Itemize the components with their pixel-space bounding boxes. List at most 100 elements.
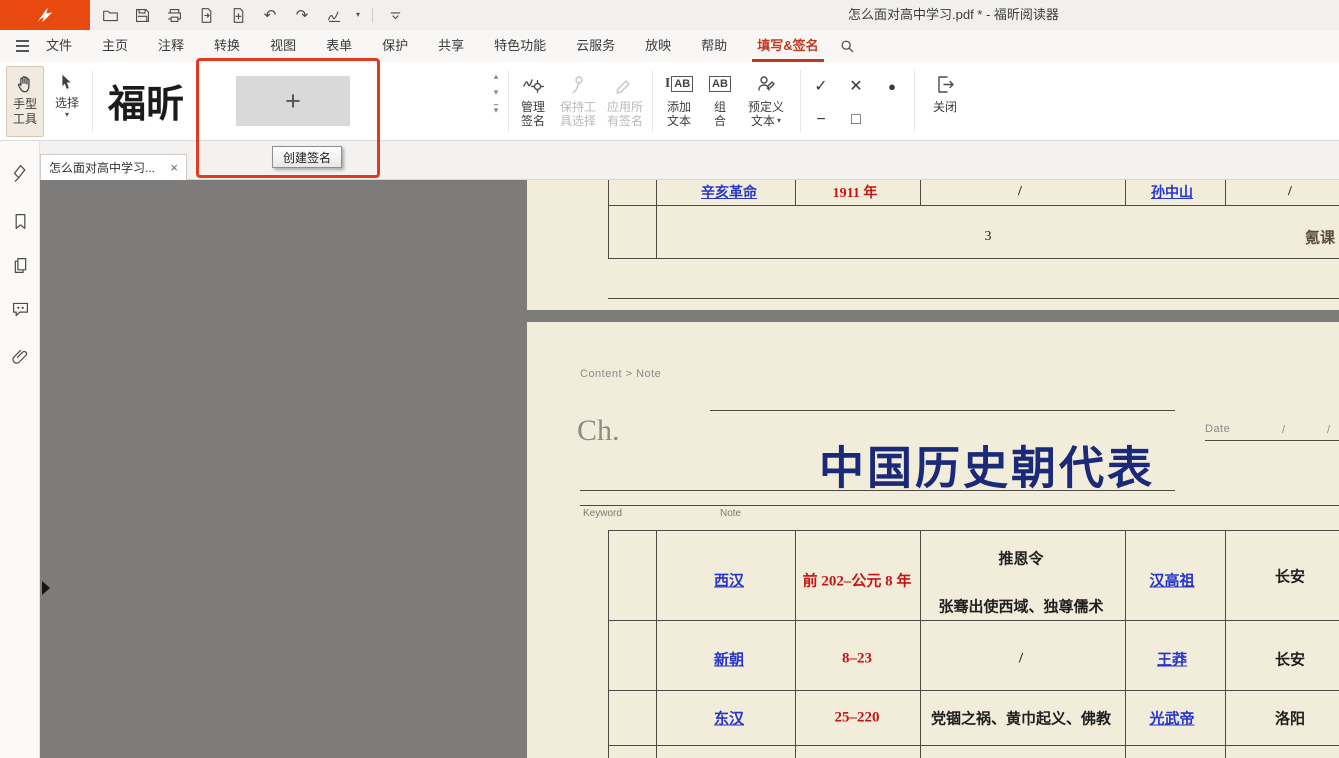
gallery-scrollbar: ▴ ▾ ▾ xyxy=(488,72,504,115)
cursor-icon xyxy=(56,72,78,94)
pdf-link[interactable]: 东汉 xyxy=(714,708,744,729)
pdf-link[interactable]: 辛亥革命 xyxy=(701,182,757,202)
pdf-link[interactable]: 光武帝 xyxy=(1149,708,1194,729)
gallery-scroll-up-icon[interactable]: ▴ xyxy=(494,72,499,81)
attachments-panel-icon[interactable] xyxy=(8,344,32,368)
keep-tool-selected-button[interactable]: 保持工 具选择 xyxy=(556,66,600,136)
grid-line xyxy=(1225,180,1226,205)
stamp-square-button[interactable]: □ xyxy=(841,106,871,134)
new-document-icon[interactable] xyxy=(228,4,248,26)
grid-line xyxy=(608,530,609,758)
close-fill-sign-button[interactable]: 关闭 xyxy=(922,66,968,136)
ink-signature-dropdown-icon[interactable]: ▾ xyxy=(356,11,360,19)
grid-line xyxy=(608,690,1339,691)
add-text-label: 添加 xyxy=(667,100,691,114)
predefined-text-button[interactable]: 预定义 文本 ▾ xyxy=(740,66,792,136)
print-icon[interactable] xyxy=(164,4,184,26)
menu-present[interactable]: 放映 xyxy=(630,30,686,62)
undo-icon[interactable]: ↶ xyxy=(260,4,280,26)
pdf-link[interactable]: 王莽 xyxy=(1157,649,1187,670)
table-cell: 长安 xyxy=(1275,649,1305,670)
combine-icon: AB xyxy=(709,70,731,97)
open-file-icon[interactable] xyxy=(100,4,120,26)
close-label: 关闭 xyxy=(933,100,957,114)
grid-line xyxy=(656,180,657,258)
app-window: ↶ ↷ ▾ 怎么面对高中学习.pdf * - 福昕阅读器 文件 主页 注释 转换… xyxy=(0,0,1339,758)
menu-home[interactable]: 主页 xyxy=(87,30,143,62)
add-text-icon: I AB xyxy=(665,70,693,97)
select-tool-button[interactable]: 选择 ▾ xyxy=(48,66,86,137)
signature-preview[interactable]: 福昕 xyxy=(98,68,194,132)
gallery-more-icon[interactable]: ▾ xyxy=(494,104,499,115)
document-tab[interactable]: 怎么面对高中学习... × xyxy=(40,154,187,180)
grid-line xyxy=(608,620,1339,621)
pdf-link[interactable]: 汉高祖 xyxy=(1149,570,1194,591)
search-icon[interactable] xyxy=(834,33,860,59)
combine-label: 组 xyxy=(714,100,726,114)
stamp-check-button[interactable]: ✓ xyxy=(806,72,836,100)
date-slash: / xyxy=(1327,424,1331,436)
customize-toolbar-icon[interactable] xyxy=(385,4,405,26)
grid-line xyxy=(920,530,921,758)
ribbon-separator xyxy=(800,70,801,132)
table-cell: 推恩令 xyxy=(998,548,1043,569)
stamp-dot-button[interactable]: ● xyxy=(877,72,907,100)
table-cell: 8–23 xyxy=(842,651,872,668)
panel-expand-handle[interactable] xyxy=(42,581,50,595)
rule-line xyxy=(580,505,1339,506)
pin-icon xyxy=(567,73,589,95)
export-page-icon[interactable] xyxy=(196,4,216,26)
grid-line xyxy=(608,298,1339,299)
table-cell: 1911 年 xyxy=(833,182,878,202)
menu-help[interactable]: 帮助 xyxy=(686,30,742,62)
manage-signature-button[interactable]: 管理 签名 xyxy=(513,66,553,136)
document-tab-label: 怎么面对高中学习... xyxy=(49,159,164,176)
stamp-dash-button[interactable]: − xyxy=(806,106,836,134)
menu-features[interactable]: 特色功能 xyxy=(479,30,561,62)
apply-all-signatures-button[interactable]: 应用所 有签名 xyxy=(602,66,648,136)
stamp-cross-button[interactable]: ✕ xyxy=(841,72,871,100)
table-cell: 洛阳 xyxy=(1275,708,1305,729)
pdf-link[interactable]: 新朝 xyxy=(714,649,744,670)
save-icon[interactable] xyxy=(132,4,152,26)
manage-signature-label2: 签名 xyxy=(521,114,545,128)
pen-icon xyxy=(614,73,636,95)
hand-tool-label: 手型 xyxy=(13,97,37,112)
gallery-scroll-down-icon[interactable]: ▾ xyxy=(494,88,499,97)
bookmarks-panel-icon[interactable] xyxy=(8,209,32,233)
close-tab-icon[interactable]: × xyxy=(170,160,178,175)
ribbon-separator xyxy=(508,70,509,132)
grid-line xyxy=(656,530,657,758)
menu-file[interactable]: 文件 xyxy=(31,30,87,62)
add-text-button[interactable]: I AB 添加 文本 xyxy=(658,66,700,136)
keep-tool-label2: 具选择 xyxy=(560,114,596,128)
pages-panel-icon[interactable] xyxy=(8,253,32,277)
hand-tool-button[interactable]: 手型 工具 xyxy=(6,66,44,137)
foxit-logo[interactable] xyxy=(0,0,90,30)
toolbar-separator xyxy=(372,8,373,23)
menu-cloud[interactable]: 云服务 xyxy=(561,30,630,62)
menu-comment[interactable]: 注释 xyxy=(143,30,199,62)
comments-panel-icon[interactable] xyxy=(8,297,32,321)
menu-fill-sign[interactable]: 填写&签名 xyxy=(742,30,833,62)
table-cell: 党锢之祸、黄巾起义、佛教 xyxy=(931,708,1111,729)
rule-line xyxy=(580,490,1175,491)
person-pen-icon xyxy=(755,73,777,95)
add-text-label2: 文本 xyxy=(667,114,691,128)
combine-button[interactable]: AB 组 合 xyxy=(702,66,738,136)
pen-tool-icon[interactable] xyxy=(8,160,32,184)
document-canvas[interactable]: 辛亥革命 1911 年 / 孙中山 / 3 氪课 Content > Note … xyxy=(40,180,1339,758)
pdf-link[interactable]: 孙中山 xyxy=(1151,182,1193,202)
rule-line xyxy=(710,410,1175,411)
breadcrumb: Content > Note xyxy=(580,368,661,380)
ink-signature-icon[interactable] xyxy=(324,4,344,26)
foxit-bird-icon xyxy=(34,4,56,26)
pdf-page-2: Content > Note Ch. 中国历史朝代表 Date / / Keyw… xyxy=(527,322,1339,758)
menu-icon[interactable] xyxy=(16,40,29,52)
keyword-label: Keyword xyxy=(583,508,622,519)
ribbon-separator xyxy=(92,70,93,132)
menu-share[interactable]: 共享 xyxy=(423,30,479,62)
redo-icon[interactable]: ↷ xyxy=(292,4,312,26)
select-tool-label: 选择 xyxy=(55,96,79,111)
pdf-link[interactable]: 西汉 xyxy=(714,570,744,591)
